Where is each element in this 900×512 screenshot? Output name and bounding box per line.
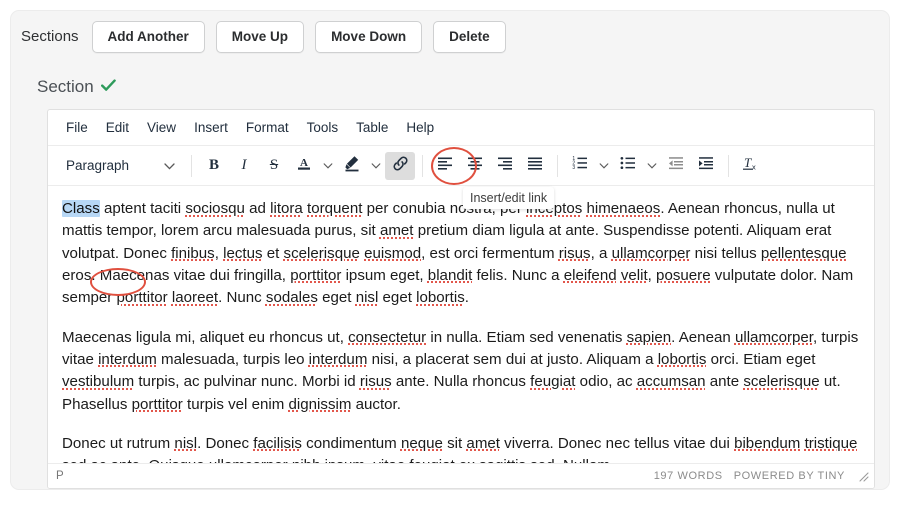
bullet-list-icon <box>619 154 637 177</box>
bold-button[interactable]: B <box>199 152 229 180</box>
tiny-branding[interactable]: POWERED BY TINY <box>734 470 845 482</box>
resize-grip-icon[interactable] <box>856 469 870 483</box>
link-icon <box>391 154 410 178</box>
increase-indent-button[interactable] <box>691 152 721 180</box>
editor-toolbar: Paragraph B I S A 1 2 3 T x Insert/edit … <box>48 146 874 209</box>
move-up-button[interactable]: Move Up <box>215 21 305 53</box>
italic-icon: I <box>241 157 247 173</box>
toolbar-group-lists: 123 <box>561 146 725 185</box>
menu-help[interactable]: Help <box>397 116 443 139</box>
add-another-button[interactable]: Add Another <box>91 21 205 53</box>
strikethrough-icon: S <box>269 157 279 173</box>
numbered-list-chevron-down-icon[interactable] <box>595 152 613 180</box>
numbered-list-icon: 123 <box>571 154 589 177</box>
menu-table[interactable]: Table <box>347 116 397 139</box>
italic-button[interactable]: I <box>229 152 259 180</box>
block-format-value: Paragraph <box>66 158 130 173</box>
text-color-button[interactable]: A <box>289 152 319 180</box>
bullet-list-button[interactable] <box>613 152 643 180</box>
svg-text:x: x <box>752 163 756 172</box>
delete-button[interactable]: Delete <box>433 21 506 53</box>
sections-label: Sections <box>21 28 79 46</box>
menu-edit[interactable]: Edit <box>97 116 138 139</box>
strikethrough-button[interactable]: S <box>259 152 289 180</box>
svg-text:T: T <box>744 155 752 170</box>
page-root: Sections Add Another Move Up Move Down D… <box>0 0 900 512</box>
element-path[interactable]: P <box>56 470 64 482</box>
word-count: 197 WORDS <box>653 470 723 482</box>
link-button-tooltip: Insert/edit link <box>463 187 555 209</box>
increase-indent-icon <box>697 154 715 177</box>
paragraph-2: Maecenas ligula mi, aliquet eu rhoncus u… <box>62 328 859 413</box>
align-right-button[interactable] <box>490 152 520 180</box>
menu-insert[interactable]: Insert <box>185 116 237 139</box>
align-right-icon <box>496 154 514 177</box>
menu-tools[interactable]: Tools <box>298 116 348 139</box>
highlight-color-chevron-down-icon[interactable] <box>367 152 385 180</box>
sections-card: Sections Add Another Move Up Move Down D… <box>10 10 890 490</box>
selected-text: Class <box>62 200 100 217</box>
align-center-icon <box>466 154 484 177</box>
toolbar-separator <box>422 154 423 177</box>
move-down-button[interactable]: Move Down <box>315 21 423 53</box>
svg-text:3: 3 <box>572 165 575 171</box>
block-format-select[interactable]: Paragraph <box>56 152 184 180</box>
toolbar-group-formatting: B I S A <box>195 146 419 185</box>
sections-header: Sections Add Another Move Up Move Down D… <box>21 21 506 53</box>
menu-file[interactable]: File <box>57 116 97 139</box>
decrease-indent-button[interactable] <box>661 152 691 180</box>
decrease-indent-icon <box>667 154 685 177</box>
align-left-button[interactable] <box>430 152 460 180</box>
bullet-list-chevron-down-icon[interactable] <box>643 152 661 180</box>
toolbar-group-styles: Paragraph <box>52 146 188 185</box>
section-title-row: Section <box>37 77 116 97</box>
toolbar-group-alignment <box>426 146 554 185</box>
insert-edit-link-button[interactable] <box>385 151 415 180</box>
editor-menubar: File Edit View Insert Format Tools Table… <box>48 110 874 146</box>
rich-text-editor: File Edit View Insert Format Tools Table… <box>47 109 875 489</box>
editor-statusbar: P 197 WORDS POWERED BY TINY <box>48 463 874 488</box>
toolbar-separator <box>191 154 192 177</box>
paragraph-1: Class aptent taciti sociosqu ad litora t… <box>62 200 854 307</box>
svg-text:A: A <box>300 157 308 169</box>
clear-formatting-button[interactable]: T x <box>736 152 766 180</box>
menu-view[interactable]: View <box>138 116 185 139</box>
align-justify-icon <box>526 154 544 177</box>
align-center-button[interactable] <box>460 152 490 180</box>
align-left-icon <box>436 154 454 177</box>
highlighter-pen-icon <box>343 154 361 177</box>
highlight-color-button[interactable] <box>337 152 367 180</box>
toolbar-group-clear: T x <box>732 146 770 185</box>
text-color-icon: A <box>295 154 313 177</box>
toolbar-separator <box>557 154 558 177</box>
editor-content-area[interactable]: Class aptent taciti sociosqu ad litora t… <box>48 186 874 463</box>
check-icon <box>100 78 116 96</box>
bold-icon: B <box>208 157 219 173</box>
numbered-list-button[interactable]: 123 <box>565 152 595 180</box>
align-justify-button[interactable] <box>520 152 550 180</box>
menu-format[interactable]: Format <box>237 116 298 139</box>
chevron-down-icon <box>164 158 175 173</box>
toolbar-separator <box>728 154 729 177</box>
clear-formatting-icon: T x <box>741 154 761 177</box>
text-color-chevron-down-icon[interactable] <box>319 152 337 180</box>
statusbar-right: 197 WORDS POWERED BY TINY <box>654 469 870 483</box>
section-title: Section <box>37 77 94 96</box>
paragraph-3: Donec ut rutrum nisl. Donec facilisis co… <box>62 434 858 463</box>
